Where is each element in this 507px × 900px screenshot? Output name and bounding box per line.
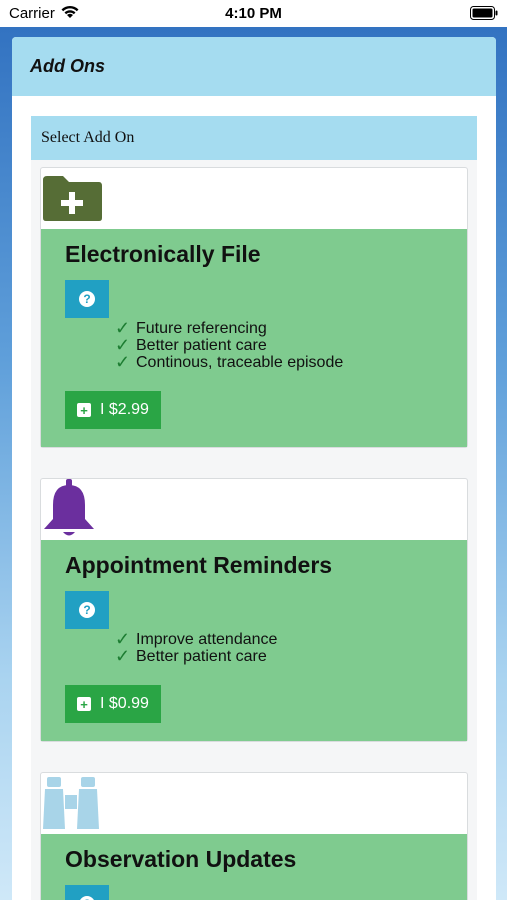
plus-square-icon: +	[77, 403, 91, 418]
feature-list: ✓ Improve attendance ✓ Better patient care	[115, 629, 443, 666]
buy-addon-button[interactable]: + I $0.99	[65, 685, 161, 723]
help-button[interactable]: ?	[65, 280, 109, 318]
feature-item: ✓ Continous, traceable episode	[115, 352, 344, 372]
question-icon: ?	[79, 896, 95, 900]
page-title: Add Ons	[12, 37, 496, 96]
plus-square-icon: +	[77, 697, 91, 712]
addon-title: Appointment Reminders	[65, 552, 333, 578]
help-button[interactable]: ?	[65, 885, 109, 900]
help-button[interactable]: ?	[65, 591, 109, 629]
addon-card-appointment-reminders: Appointment Reminders ? ✓ Improve attenda…	[40, 478, 468, 742]
status-bar: Carrier 4:10 PM	[0, 0, 507, 27]
question-icon: ?	[79, 291, 95, 307]
addon-card-observation-updates: Observation Updates ?	[40, 772, 468, 900]
folder-plus-icon	[41, 174, 103, 227]
add-ons-panel: Add Ons Select Add On Electronically Fil…	[12, 37, 496, 900]
addon-details: Electronically File ? ✓ Future referencin…	[41, 229, 467, 447]
feature-item: ✓ Future referencing	[115, 318, 267, 338]
check-icon: ✓	[115, 646, 131, 666]
addon-details: Observation Updates ?	[41, 834, 467, 900]
addon-card-electronically-file: Electronically File ? ✓ Future referencin…	[40, 167, 468, 448]
addon-title: Observation Updates	[65, 846, 297, 872]
binoculars-icon	[41, 775, 103, 838]
addon-title: Electronically File	[65, 241, 261, 267]
addon-details: Appointment Reminders ? ✓ Improve attenda…	[41, 540, 467, 741]
price-label: I $2.99	[100, 401, 149, 418]
price-label: I $0.99	[100, 695, 149, 712]
clock: 4:10 PM	[225, 5, 282, 22]
buy-addon-button[interactable]: + I $2.99	[65, 391, 161, 429]
bell-icon	[41, 479, 97, 544]
feature-item: ✓ Better patient care	[115, 335, 267, 355]
feature-list: ✓ Future referencing ✓ Better patient care…	[115, 318, 443, 372]
battery-icon	[470, 6, 498, 24]
feature-item: ✓ Better patient care	[115, 646, 267, 666]
check-icon: ✓	[115, 352, 131, 372]
question-icon: ?	[79, 602, 95, 618]
select-add-on-section: Select Add On Electronically File ? ✓ Fu…	[31, 116, 477, 900]
section-title: Select Add On	[31, 116, 477, 160]
feature-item: ✓ Improve attendance	[115, 629, 278, 649]
